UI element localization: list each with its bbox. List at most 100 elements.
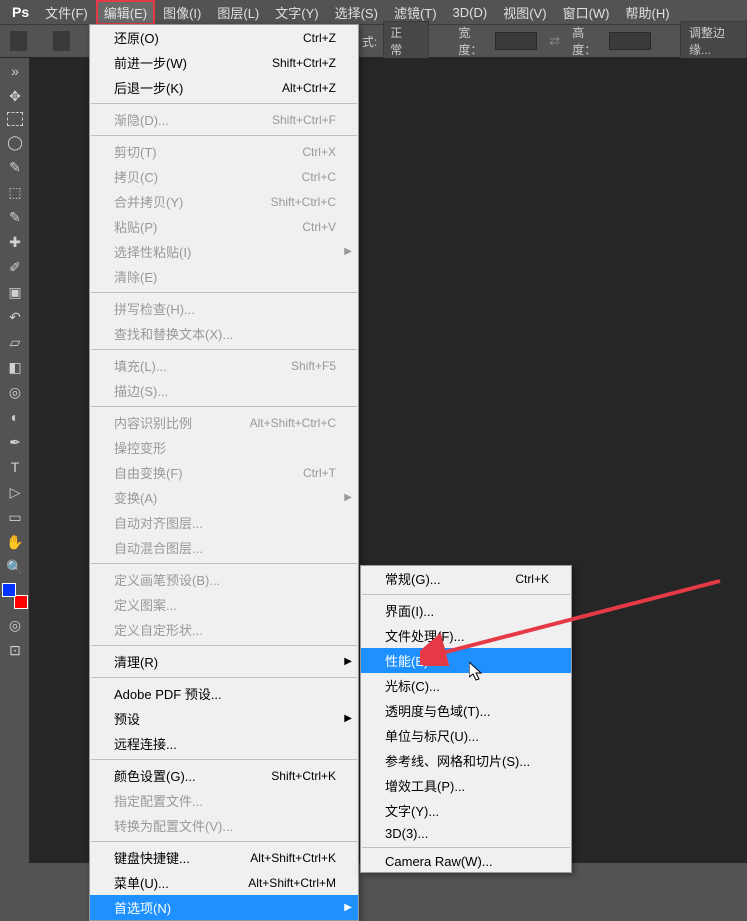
edit-menu-item[interactable]: 菜单(U)... Alt+Shift+Ctrl+M: [90, 870, 358, 895]
zoom-tool-icon[interactable]: 🔍: [2, 555, 28, 579]
prefs-menu-item[interactable]: 文字(Y)...: [361, 798, 571, 823]
edit-menu-item[interactable]: Adobe PDF 预设...: [90, 681, 358, 706]
prefs-menu-item[interactable]: 3D(3)...: [361, 823, 571, 844]
prefs-menu-item[interactable]: 透明度与色域(T)...: [361, 698, 571, 723]
menu-file[interactable]: 文件(F): [37, 0, 96, 25]
edit-menu-item[interactable]: 首选项(N)▶: [90, 895, 358, 920]
edit-menu-item-label: 菜单(U)...: [114, 873, 169, 892]
blur-tool-icon[interactable]: ◎: [2, 380, 28, 404]
marquee-tool-icon[interactable]: [7, 112, 23, 126]
tool-chevron[interactable]: »: [2, 59, 28, 83]
swap-icon[interactable]: ⇄: [543, 33, 566, 49]
path-select-tool-icon[interactable]: ▷: [2, 480, 28, 504]
pen-tool-icon[interactable]: ✒: [2, 430, 28, 454]
menu-type[interactable]: 文字(Y): [267, 0, 326, 25]
quickmask-icon[interactable]: ◎: [2, 613, 28, 637]
eyedropper-tool-icon[interactable]: ✎: [2, 205, 28, 229]
edit-menu-separator: [91, 292, 357, 293]
menubar: Ps 文件(F) 编辑(E) 图像(I) 图层(L) 文字(Y) 选择(S) 滤…: [0, 0, 747, 24]
background-swatch[interactable]: [14, 595, 28, 609]
menu-window[interactable]: 窗口(W): [555, 0, 618, 25]
edit-menu-item: 定义画笔预设(B)...: [90, 567, 358, 592]
mode-label: 式:: [362, 33, 377, 50]
edit-menu-item-shortcut: Shift+Ctrl+Z: [272, 56, 336, 70]
tool-preset-icon[interactable]: [10, 31, 27, 51]
edit-menu-item[interactable]: 预设 ▶: [90, 706, 358, 731]
foreground-swatch[interactable]: [2, 583, 16, 597]
healing-tool-icon[interactable]: ✚: [2, 230, 28, 254]
height-input[interactable]: [609, 32, 652, 50]
prefs-menu-item-label: 3D(3)...: [385, 826, 428, 841]
move-tool-icon[interactable]: ✥: [2, 84, 28, 108]
crop-tool-icon[interactable]: ⬚: [2, 180, 28, 204]
color-swatches[interactable]: [2, 583, 28, 609]
submenu-arrow-icon: ▶: [344, 713, 352, 724]
prefs-menu-item[interactable]: Camera Raw(W)...: [361, 851, 571, 872]
prefs-menu-item[interactable]: 增效工具(P)...: [361, 773, 571, 798]
gradient-tool-icon[interactable]: ◧: [2, 355, 28, 379]
quick-select-tool-icon[interactable]: ✎: [2, 155, 28, 179]
lasso-tool-icon[interactable]: ◯: [2, 130, 28, 154]
refine-edge-button[interactable]: 调整边缘...: [680, 21, 747, 61]
eraser-tool-icon[interactable]: ▱: [2, 330, 28, 354]
edit-menu-separator: [91, 135, 357, 136]
edit-menu-item: 剪切(T)Ctrl+X: [90, 139, 358, 164]
width-input[interactable]: [495, 32, 538, 50]
edit-menu-item[interactable]: 颜色设置(G)... Shift+Ctrl+K: [90, 763, 358, 788]
menu-3d[interactable]: 3D(D): [445, 2, 496, 23]
prefs-menu-item[interactable]: 参考线、网格和切片(S)...: [361, 748, 571, 773]
dodge-tool-icon[interactable]: ◐: [2, 405, 28, 429]
prefs-menu-item[interactable]: 常规(G)... Ctrl+K: [361, 566, 571, 591]
edit-menu-separator: [91, 563, 357, 564]
edit-menu-item: 拷贝(C)Ctrl+C: [90, 164, 358, 189]
edit-menu-item-shortcut: Alt+Shift+Ctrl+K: [250, 851, 336, 865]
edit-menu-item: 合并拷贝(Y)Shift+Ctrl+C: [90, 189, 358, 214]
history-brush-tool-icon[interactable]: ↶: [2, 305, 28, 329]
edit-menu-item: 定义图案...: [90, 592, 358, 617]
prefs-menu-item-label: 常规(G)...: [385, 569, 441, 588]
edit-menu-item-label: 前进一步(W): [114, 53, 187, 72]
menu-view[interactable]: 视图(V): [495, 0, 554, 25]
prefs-menu-item[interactable]: 文件处理(F)...: [361, 623, 571, 648]
prefs-menu-item[interactable]: 性能(E)...: [361, 648, 571, 673]
submenu-arrow-icon: ▶: [344, 492, 352, 503]
edit-menu-item: 操控变形: [90, 435, 358, 460]
menu-edit[interactable]: 编辑(E): [96, 0, 155, 25]
shape-tool-icon[interactable]: ▭: [2, 505, 28, 529]
edit-menu-item[interactable]: 键盘快捷键...Alt+Shift+Ctrl+K: [90, 845, 358, 870]
edit-menu-item-label: 首选项(N): [114, 898, 171, 917]
edit-menu-item-shortcut: Alt+Shift+Ctrl+M: [248, 876, 336, 890]
menu-image[interactable]: 图像(I): [155, 0, 209, 25]
menu-help[interactable]: 帮助(H): [618, 0, 678, 25]
edit-menu-item-label: 颜色设置(G)...: [114, 766, 196, 785]
mode-select[interactable]: 正常: [383, 21, 429, 61]
screenmode-icon[interactable]: ⊡: [2, 638, 28, 662]
edit-menu-item-label: 操控变形: [114, 438, 166, 457]
selection-mode-icon[interactable]: [53, 31, 70, 51]
hand-tool-icon[interactable]: ✋: [2, 530, 28, 554]
edit-menu-item-shortcut: Alt+Shift+Ctrl+C: [250, 416, 336, 430]
prefs-menu-item-shortcut: Ctrl+K: [515, 572, 549, 586]
edit-dropdown: 还原(O)Ctrl+Z 前进一步(W) Shift+Ctrl+Z 后退一步(K)Alt…: [89, 24, 359, 921]
edit-menu-item: 转换为配置文件(V)...: [90, 813, 358, 838]
edit-menu-item[interactable]: 前进一步(W) Shift+Ctrl+Z: [90, 50, 358, 75]
edit-menu-item[interactable]: 远程连接...: [90, 731, 358, 756]
stamp-tool-icon[interactable]: ▣: [2, 280, 28, 304]
edit-menu-item-shortcut: Shift+Ctrl+K: [271, 769, 336, 783]
prefs-menu-item[interactable]: 光标(C)...: [361, 673, 571, 698]
edit-menu-item[interactable]: 还原(O)Ctrl+Z: [90, 25, 358, 50]
edit-menu-item-shortcut: Shift+Ctrl+C: [271, 195, 336, 209]
type-tool-icon[interactable]: T: [2, 455, 28, 479]
submenu-arrow-icon: ▶: [344, 656, 352, 667]
edit-menu-item-shortcut: Shift+Ctrl+F: [272, 113, 336, 127]
edit-menu-item[interactable]: 后退一步(K)Alt+Ctrl+Z: [90, 75, 358, 100]
menu-select[interactable]: 选择(S): [327, 0, 386, 25]
brush-tool-icon[interactable]: ✐: [2, 255, 28, 279]
menu-layer[interactable]: 图层(L): [209, 0, 267, 25]
prefs-menu-item[interactable]: 单位与标尺(U)...: [361, 723, 571, 748]
width-label: 宽度：: [458, 24, 488, 58]
edit-menu-item[interactable]: 清理(R)▶: [90, 649, 358, 674]
prefs-menu-item[interactable]: 界面(I)...: [361, 598, 571, 623]
edit-menu-separator: [91, 759, 357, 760]
edit-menu-item-label: 预设: [114, 709, 140, 728]
